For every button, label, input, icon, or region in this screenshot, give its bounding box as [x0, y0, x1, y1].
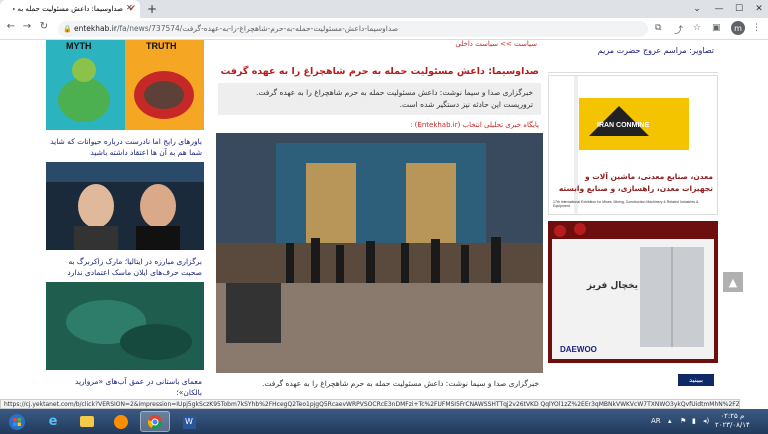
conmine-ad[interactable]: IRAN CONMINE معدن، صنایع معدنی، ماشین آل…	[548, 75, 718, 215]
photo-caption: خبرگزاری صدا و سیما نوشت: داعش مسئولیت ح…	[262, 379, 539, 388]
conmine-ad-line2: تجهیزات معدن، راهسازی، و صنایع وابسته	[558, 184, 713, 193]
share-icon[interactable]: ⤴	[674, 23, 683, 36]
news-caption-2[interactable]: برگزاری مبارزه در ایتالیا؛ مارک زاکربرگ …	[46, 254, 204, 282]
url-domain: entekhab.ir	[74, 24, 117, 33]
bookmark-star-icon[interactable]: ☆	[693, 23, 701, 33]
daewoo-ad-art	[548, 221, 718, 363]
conmine-ad-art	[549, 76, 717, 214]
volume-icon[interactable]: ◂)	[703, 417, 709, 425]
underwater-image[interactable]	[46, 282, 204, 370]
article-source: پایگاه خبری تحلیلی انتخاب (Entekhab.ir) …	[410, 121, 539, 129]
back-arrow-icon[interactable]: ←	[4, 21, 18, 32]
daewoo-ad-title: یخچال فریز	[586, 281, 638, 291]
translate-icon[interactable]: ⧉	[655, 23, 661, 33]
explorer-taskbar-icon[interactable]	[72, 411, 102, 432]
page-content: MYTH TRUTH باورهای رایج اما نادرست دربار…	[0, 40, 768, 407]
article: سیاست >> سیاست داخلی صداوسیما: داعش مسئو…	[216, 40, 543, 390]
windows-taskbar: e W AR ▴ ⚑ ▮ ◂) ۰۲:۲۵ م ۲۰۲۳/۰۸/۱۴	[0, 409, 768, 434]
lock-icon: 🔒	[63, 25, 72, 33]
article-title: صداوسیما: داعش مسئولیت حمله به حرم شاهچر…	[220, 66, 539, 77]
scroll-to-top-button[interactable]: ▲	[723, 272, 743, 292]
new-tab-button[interactable]: +	[144, 1, 160, 17]
article-lead: خبرگزاری صدا و سیما نوشت: داعش مسئولیت ح…	[218, 83, 541, 115]
url-path: /fa/news/737574/صداوسیما-داعش-مسئولیت-حم…	[116, 24, 399, 33]
chrome-icon	[148, 414, 162, 429]
ie-taskbar-icon[interactable]: e	[38, 411, 68, 432]
language-indicator[interactable]: AR	[651, 417, 661, 425]
conmine-ad-title: IRAN CONMINE	[597, 122, 650, 129]
news-caption-1[interactable]: باورهای رایج اما نادرست درباره حیوانات ک…	[46, 134, 204, 162]
windows-logo-icon	[9, 413, 25, 430]
profile-avatar[interactable]: m	[731, 21, 745, 35]
tab-close-icon[interactable]: ✕	[126, 3, 133, 12]
daewoo-ad[interactable]: یخچال فریز DAEWOO	[548, 221, 718, 363]
truth-label: TRUTH	[146, 41, 177, 51]
ie-icon: e	[48, 414, 58, 429]
zuckerberg-musk-image[interactable]	[46, 162, 204, 250]
conmine-ad-footer: 17th International Exhibition for Mines,…	[553, 200, 699, 208]
word-taskbar-icon[interactable]: W	[174, 411, 204, 432]
start-button[interactable]	[2, 411, 32, 432]
myth-label: MYTH	[66, 41, 92, 51]
myth-truth-image[interactable]: MYTH TRUTH	[46, 40, 204, 130]
address-bar[interactable]: 🔒 entekhab.ir/fa/news/737574/صداوسیما-دا…	[58, 21, 648, 37]
news-caption-3[interactable]: معمای باستانی در عمق آب‌های «مروارید بال…	[46, 374, 204, 402]
close-window-button[interactable]: ✕	[748, 0, 768, 18]
gallery-link[interactable]: تصاویر: مراسم عروج حضرت مریم	[548, 40, 718, 73]
related-news-column: MYTH TRUTH باورهای رایج اما نادرست دربار…	[46, 40, 204, 402]
clock-time: ۰۲:۲۵ م	[720, 412, 745, 420]
menu-kebab-icon[interactable]: ⋮	[752, 23, 761, 33]
browser-tab[interactable]: ✔ صداوسیما: داعش مسئولیت حمله به حرم... …	[0, 0, 140, 18]
extensions-icon[interactable]: ▣	[712, 23, 721, 33]
taskbar-clock[interactable]: ۰۲:۲۵ م ۲۰۲۳/۰۸/۱۴	[715, 412, 750, 430]
sidebar-right: تصاویر: مراسم عروج حضرت مریم IRAN CONMIN…	[548, 40, 718, 386]
minimize-button[interactable]: —	[708, 0, 730, 18]
chevron-down-icon[interactable]: ⌄	[686, 0, 708, 18]
folder-icon	[80, 416, 94, 427]
conmine-ad-line1: معدن، صنایع معدنی، ماشین آلات و	[584, 172, 713, 181]
tab-strip: ✔ صداوسیما: داعش مسئولیت حمله به حرم... …	[0, 0, 768, 18]
media-icon	[114, 414, 128, 429]
tab-title: صداوسیما: داعش مسئولیت حمله به حرم...	[13, 5, 123, 13]
network-icon[interactable]: ▮	[692, 417, 696, 425]
word-icon: W	[182, 414, 196, 429]
flag-icon[interactable]: ⚑	[680, 417, 686, 425]
browser-toolbar: ← → ↻ 🔒 entekhab.ir/fa/news/737574/صداوس…	[0, 18, 768, 40]
reload-icon[interactable]: ↻	[37, 21, 51, 32]
article-photo	[216, 133, 543, 373]
breadcrumb[interactable]: سیاست >> سیاست داخلی	[216, 40, 543, 52]
clock-date: ۲۰۲۳/۰۸/۱۴	[715, 421, 750, 429]
maximize-button[interactable]: ☐	[728, 0, 750, 18]
ad-cta-button[interactable]: ببینید	[678, 374, 714, 386]
forward-arrow-icon[interactable]: →	[20, 21, 34, 32]
tray-arrow-icon[interactable]: ▴	[668, 417, 672, 425]
daewoo-brand: DAEWOO	[560, 345, 597, 354]
status-bar-url: https://cj.yektanet.com/b/click?VERSION=…	[0, 399, 740, 409]
media-player-taskbar-icon[interactable]	[106, 411, 136, 432]
chrome-taskbar-icon[interactable]	[140, 411, 170, 432]
